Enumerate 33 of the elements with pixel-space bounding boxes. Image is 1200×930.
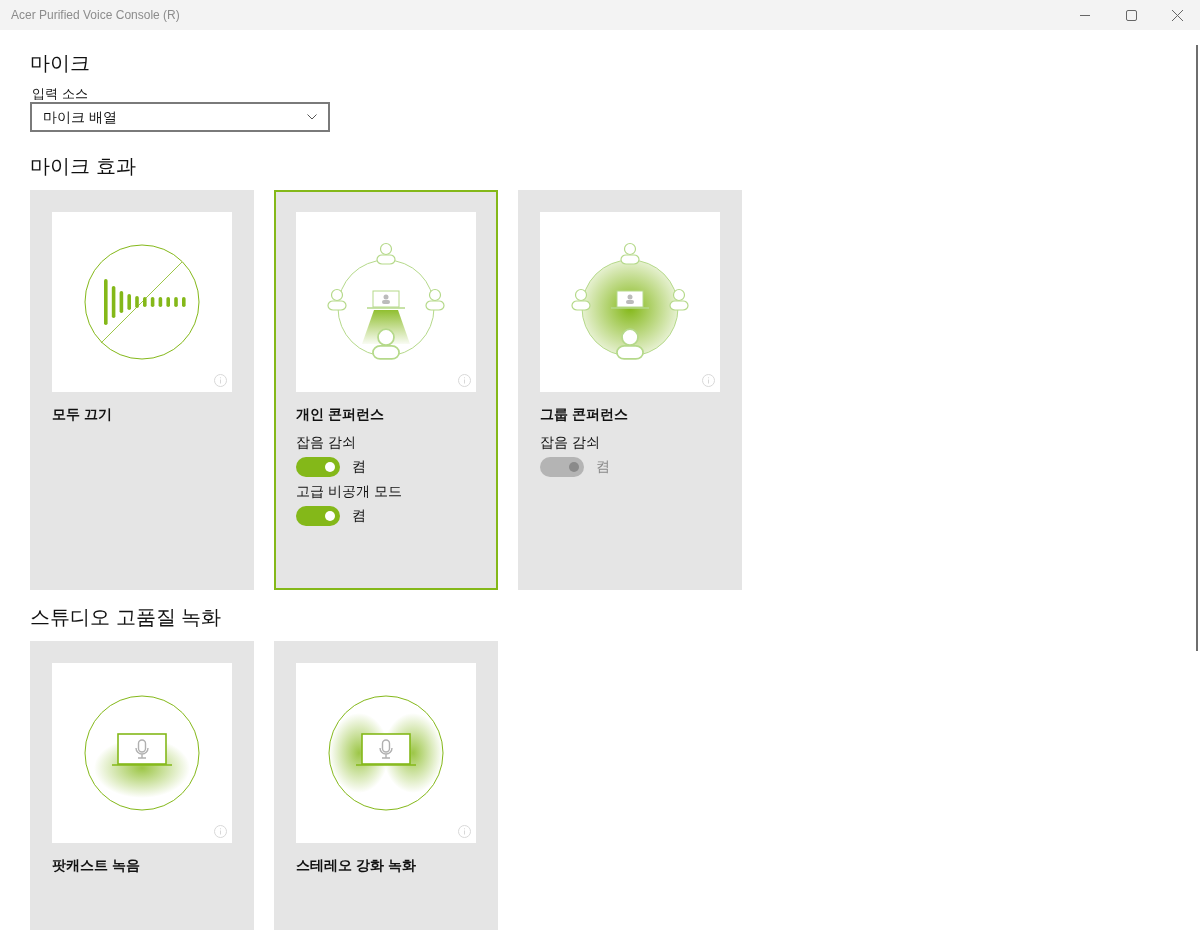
chevron-down-icon	[307, 114, 317, 120]
effect-card[interactable]: 모두 끄기	[30, 190, 254, 590]
card-title: 그룹 콘퍼런스	[540, 405, 628, 424]
toggle-label: 잡음 감쇠	[296, 433, 356, 452]
window-title: Acer Purified Voice Console (R)	[11, 7, 180, 24]
info-icon[interactable]	[458, 825, 471, 838]
effect-card[interactable]: 팟캐스트 녹음	[30, 641, 254, 930]
close-icon	[1171, 9, 1183, 21]
section-heading: 스튜디오 고품질 녹화	[30, 605, 222, 630]
toggle-switch[interactable]	[296, 456, 340, 477]
minimize-icon	[1080, 14, 1090, 16]
effect-card[interactable]: 스테레오 강화 녹화	[274, 641, 498, 930]
card-title: 팟캐스트 녹음	[52, 856, 140, 875]
info-icon[interactable]	[702, 374, 715, 387]
effect-card[interactable]: 개인 콘퍼런스 잡음 감쇠 켬 고급 비공개 모드 켬	[274, 190, 498, 590]
scrollbar-thumb[interactable]	[1196, 45, 1198, 651]
toggle-label: 잡음 감쇠	[540, 433, 600, 452]
section-heading: 마이크 효과	[30, 154, 136, 179]
toggle-state: 켬	[596, 457, 610, 476]
info-icon[interactable]	[214, 374, 227, 387]
input-source-dropdown[interactable]: 마이크 배열	[30, 102, 330, 132]
section-heading: 마이크	[30, 51, 90, 76]
field-label: 입력 소스	[32, 86, 88, 102]
toggle-switch[interactable]	[296, 505, 340, 526]
info-icon[interactable]	[214, 825, 227, 838]
card-title: 스테레오 강화 녹화	[296, 856, 416, 875]
toggle-state: 켬	[352, 506, 366, 525]
toggle-state: 켬	[352, 457, 366, 476]
card-title: 개인 콘퍼런스	[296, 405, 384, 424]
toggle-label: 고급 비공개 모드	[296, 482, 402, 501]
maximize-icon	[1125, 9, 1137, 21]
info-icon[interactable]	[458, 374, 471, 387]
card-title: 모두 끄기	[52, 405, 112, 424]
